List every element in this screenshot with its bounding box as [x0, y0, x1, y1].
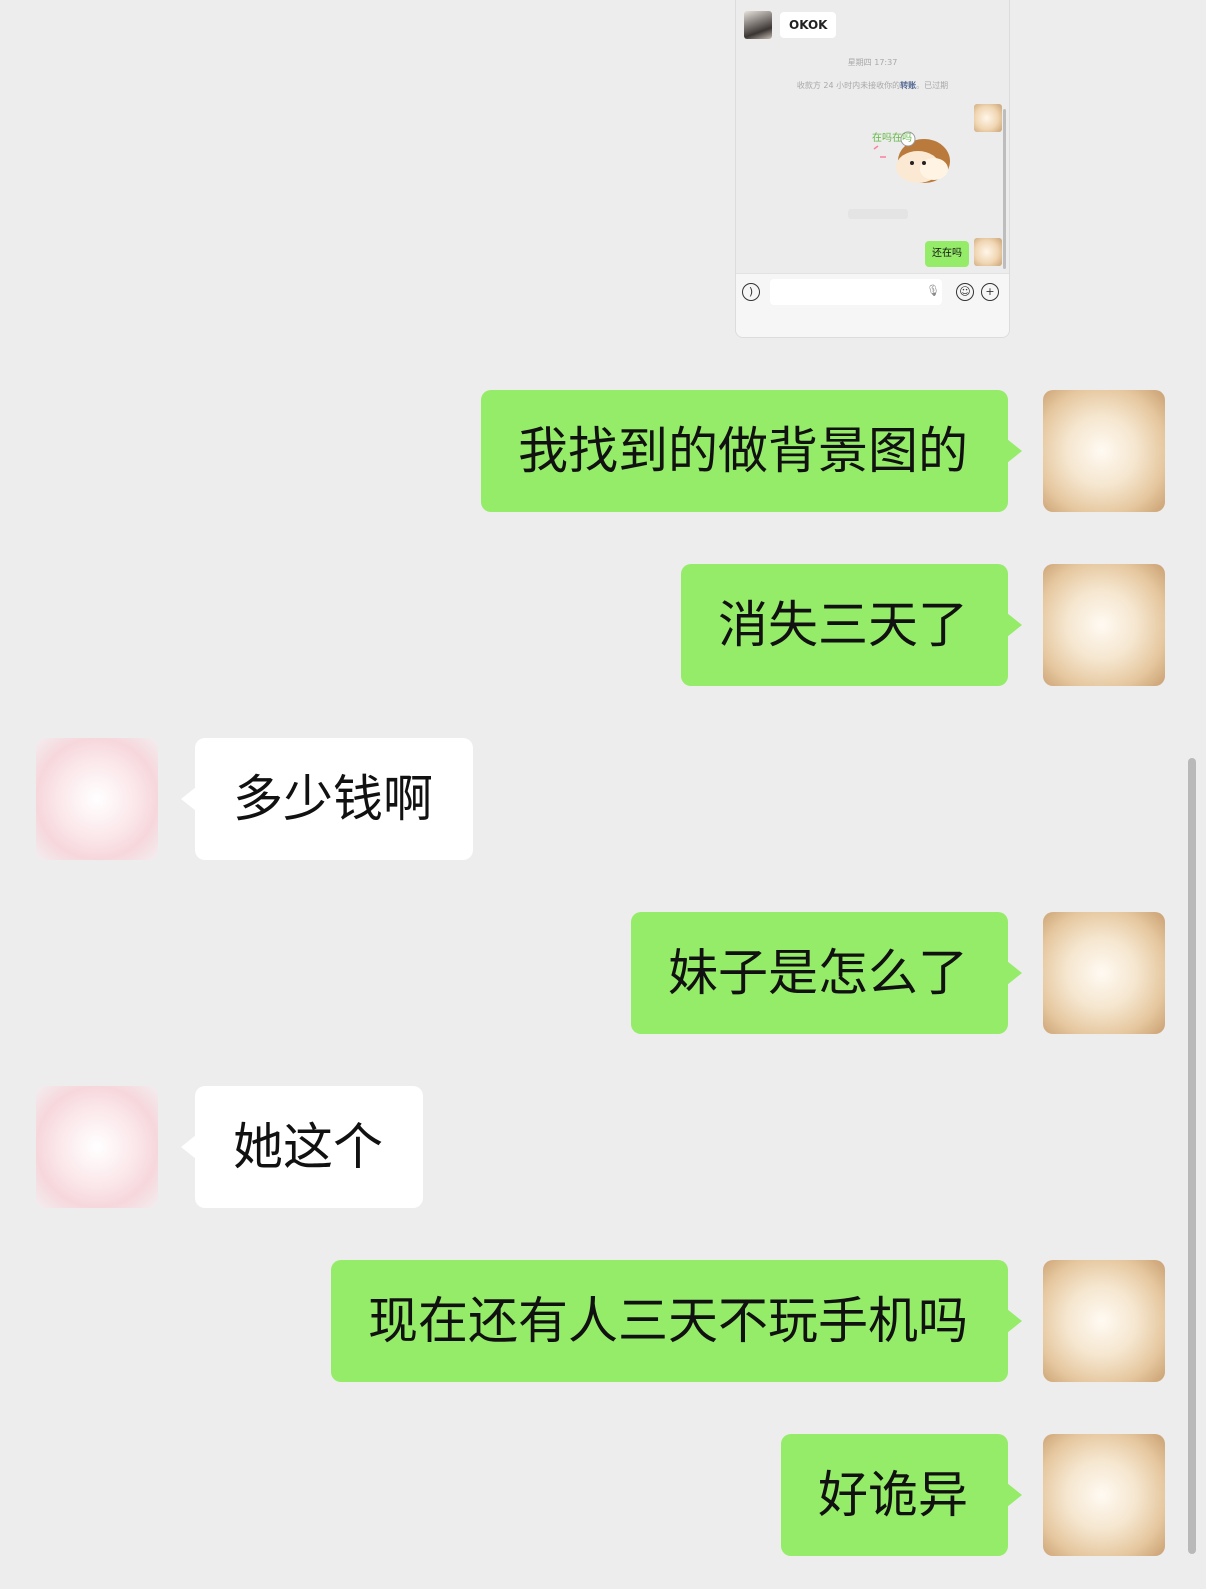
message-input	[770, 279, 942, 305]
transfer-link: 转账	[900, 81, 917, 90]
message-bubble[interactable]: 她这个	[181, 1086, 423, 1208]
message-bubble[interactable]: 妹子是怎么了	[631, 912, 1022, 1034]
faint-text	[848, 209, 908, 219]
my-avatar[interactable]	[1043, 564, 1165, 686]
emoji-icon: ☺	[956, 283, 974, 301]
my-avatar	[974, 238, 1002, 266]
plus-icon: +	[981, 283, 999, 301]
contact-avatar	[744, 11, 772, 39]
message-bubble[interactable]: 消失三天了	[681, 564, 1022, 686]
timestamp: 星期四 17:37	[847, 58, 898, 67]
input-bar: ) 🎙 ☺ +	[736, 273, 1009, 337]
sticker-text: 在吗在吗	[872, 132, 912, 144]
system-notice-prefix: 收款方 24 小时内未接收你的	[796, 81, 901, 90]
contact-avatar[interactable]	[36, 1086, 158, 1208]
contact-avatar[interactable]	[36, 738, 158, 860]
system-notice-suffix: 。已过期	[916, 81, 949, 90]
message-bubble[interactable]: 现在还有人三天不玩手机吗	[331, 1260, 1022, 1382]
scrollbar	[1003, 109, 1006, 269]
chat-scrollbar[interactable]	[1188, 758, 1196, 1554]
my-avatar[interactable]	[1043, 1434, 1165, 1556]
message-bubble[interactable]: 好诡异	[781, 1434, 1022, 1556]
my-avatar[interactable]	[1043, 390, 1165, 512]
mic-icon: 🎙	[926, 284, 940, 297]
message-bubble-mini: 还在吗	[925, 241, 969, 267]
embedded-screenshot-image[interactable]: OKOK 星期四 17:37 收款方 24 小时内未接收你的转账。已过期 在吗在…	[735, 0, 1010, 338]
message-bubble[interactable]: 多少钱啊	[181, 738, 473, 860]
my-avatar[interactable]	[1043, 1260, 1165, 1382]
reply-bubble: OKOK	[780, 12, 837, 38]
message-bubble[interactable]: 我找到的做背景图的	[481, 390, 1022, 512]
system-notice: 收款方 24 小时内未接收你的转账。已过期	[736, 80, 1009, 91]
my-avatar[interactable]	[1043, 912, 1165, 1034]
my-avatar	[974, 104, 1002, 132]
hamster-sticker: 在吗在吗	[872, 131, 950, 183]
voice-icon: )	[742, 283, 760, 301]
